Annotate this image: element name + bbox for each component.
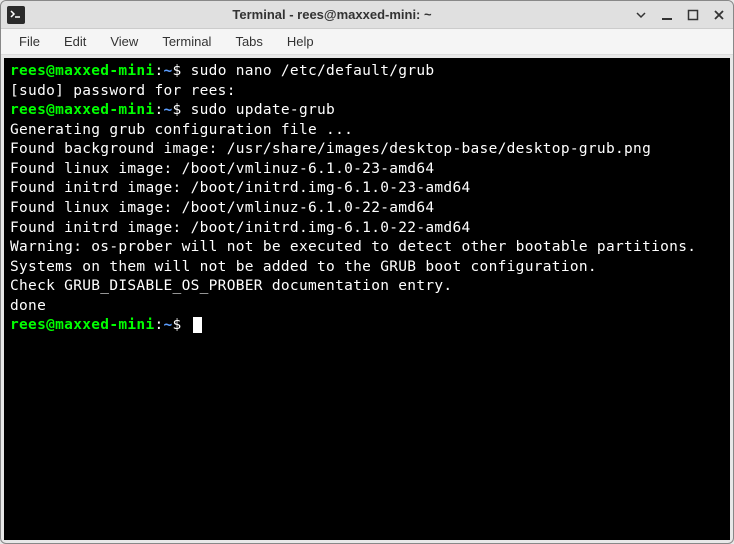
- prompt-line: rees@maxxed-mini:~$: [10, 316, 724, 336]
- window-controls: [633, 7, 727, 23]
- output-line: Warning: os-prober will not be executed …: [10, 238, 724, 258]
- collapse-button[interactable]: [633, 7, 649, 23]
- cwd: ~: [164, 63, 173, 79]
- maximize-button[interactable]: [685, 7, 701, 23]
- user-host: rees@maxxed-mini: [10, 63, 154, 79]
- output-line: Generating grub configuration file ...: [10, 121, 724, 141]
- menu-view[interactable]: View: [100, 31, 148, 52]
- output-line: Check GRUB_DISABLE_OS_PROBER documentati…: [10, 277, 724, 297]
- user-host: rees@maxxed-mini: [10, 317, 154, 333]
- close-button[interactable]: [711, 7, 727, 23]
- minimize-button[interactable]: [659, 7, 675, 23]
- output-line: Found background image: /usr/share/image…: [10, 140, 724, 160]
- output-line: [sudo] password for rees:: [10, 82, 724, 102]
- cursor: [193, 317, 202, 333]
- menu-file[interactable]: File: [9, 31, 50, 52]
- menu-edit[interactable]: Edit: [54, 31, 96, 52]
- titlebar[interactable]: Terminal - rees@maxxed-mini: ~: [1, 1, 733, 29]
- output-line: Found linux image: /boot/vmlinuz-6.1.0-2…: [10, 160, 724, 180]
- terminal-icon: [7, 6, 25, 24]
- output-line: Found initrd image: /boot/initrd.img-6.1…: [10, 219, 724, 239]
- command-text: sudo nano /etc/default/grub: [191, 63, 435, 79]
- prompt-line: rees@maxxed-mini:~$ sudo nano /etc/defau…: [10, 62, 724, 82]
- output-line: done: [10, 297, 724, 317]
- output-line: Systems on them will not be added to the…: [10, 258, 724, 278]
- cwd: ~: [164, 102, 173, 118]
- prompt-symbol: $: [173, 63, 182, 79]
- menu-tabs[interactable]: Tabs: [225, 31, 272, 52]
- terminal-output[interactable]: rees@maxxed-mini:~$ sudo nano /etc/defau…: [4, 58, 730, 540]
- window-title: Terminal - rees@maxxed-mini: ~: [31, 7, 633, 22]
- menubar: File Edit View Terminal Tabs Help: [1, 29, 733, 55]
- cwd: ~: [164, 317, 173, 333]
- output-line: Found initrd image: /boot/initrd.img-6.1…: [10, 179, 724, 199]
- output-line: Found linux image: /boot/vmlinuz-6.1.0-2…: [10, 199, 724, 219]
- user-host: rees@maxxed-mini: [10, 102, 154, 118]
- command-text: sudo update-grub: [191, 102, 335, 118]
- prompt-symbol: $: [173, 317, 182, 333]
- menu-help[interactable]: Help: [277, 31, 324, 52]
- menu-terminal[interactable]: Terminal: [152, 31, 221, 52]
- terminal-window: Terminal - rees@maxxed-mini: ~ File Edit…: [0, 0, 734, 544]
- prompt-symbol: $: [173, 102, 182, 118]
- prompt-line: rees@maxxed-mini:~$ sudo update-grub: [10, 101, 724, 121]
